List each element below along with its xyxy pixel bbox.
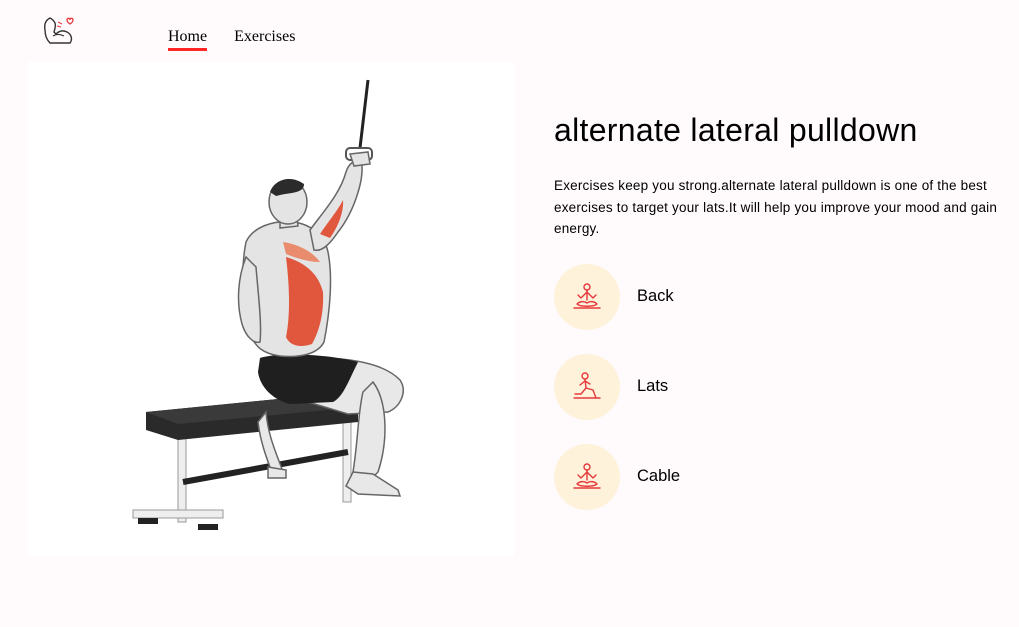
exercise-detail-list: Back Lats Cable <box>554 263 999 510</box>
nav-exercises-link[interactable]: Exercises <box>234 28 295 51</box>
meditation-equipment-icon[interactable] <box>554 443 620 510</box>
meditation-body-part-icon[interactable] <box>554 263 620 330</box>
detail-label-body-part: Back <box>637 287 674 305</box>
detail-label-equipment: Cable <box>637 467 681 485</box>
detail-item-body-part: Back <box>554 263 999 330</box>
detail-label-target: Lats <box>637 377 669 395</box>
logo-icon[interactable] <box>40 12 76 48</box>
exercise-image <box>28 62 514 556</box>
detail-item-target: Lats <box>554 353 999 420</box>
exercise-description: Exercises keep you strong.alternate late… <box>554 178 998 236</box>
exercise-detail: alternate lateral pulldown Exercises kee… <box>554 110 999 534</box>
main-nav: Home Exercises <box>168 28 295 51</box>
exercise-title: alternate lateral pulldown <box>554 112 918 148</box>
nav-home-link[interactable]: Home <box>168 28 208 51</box>
lunge-target-icon[interactable] <box>554 353 620 420</box>
detail-item-equipment: Cable <box>554 443 999 510</box>
